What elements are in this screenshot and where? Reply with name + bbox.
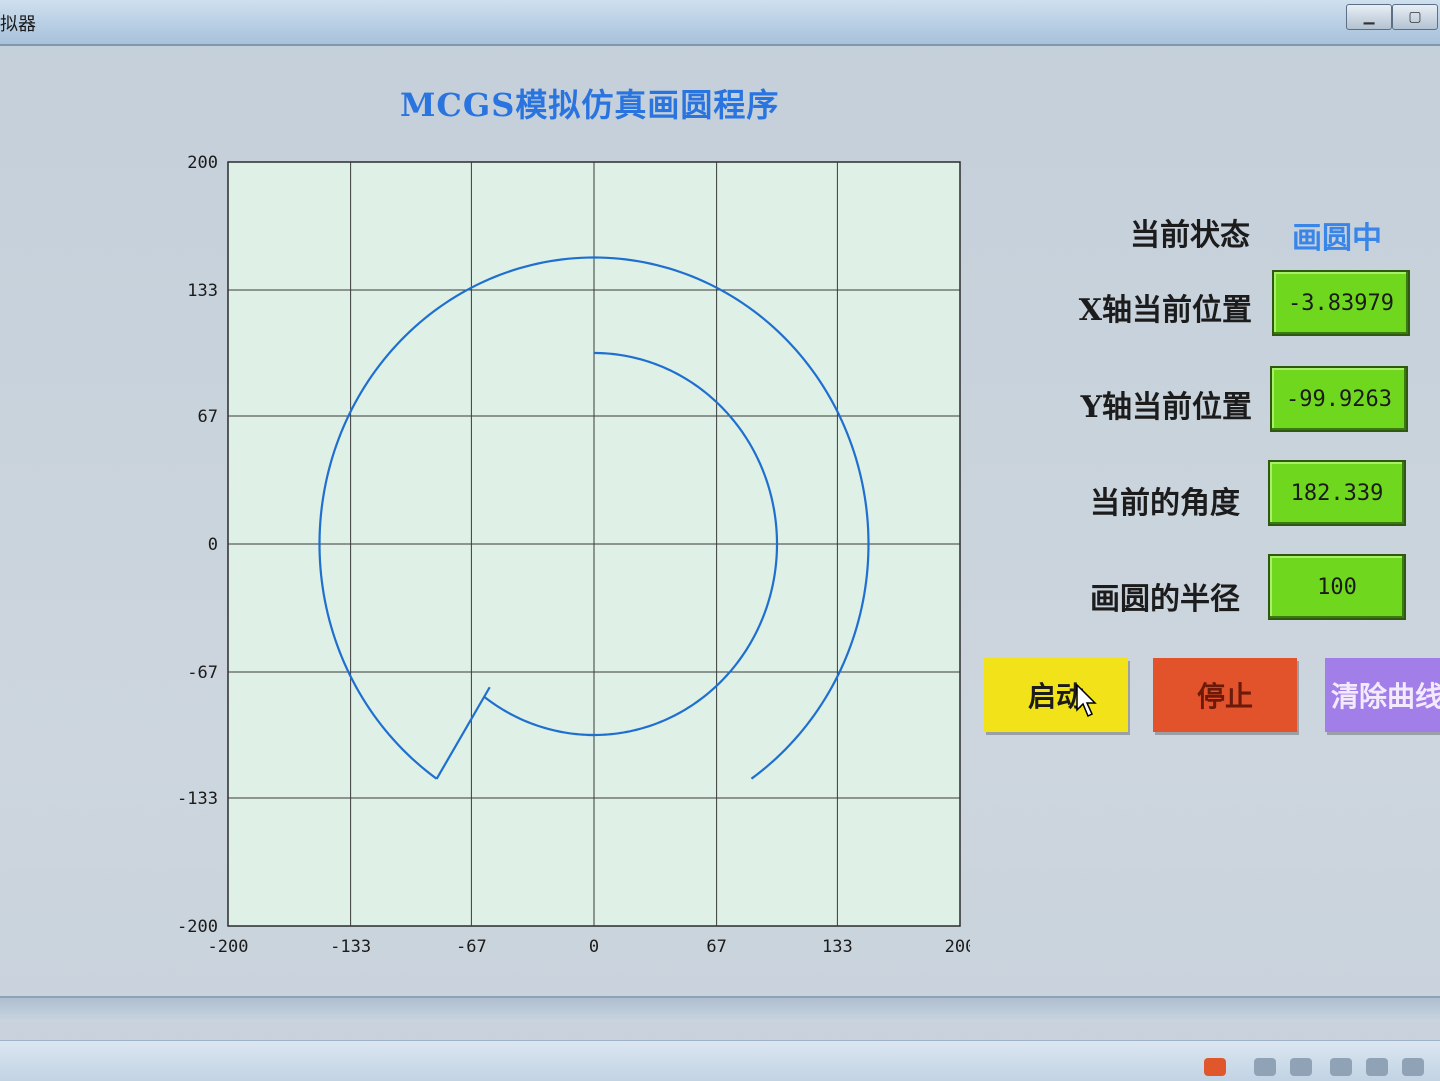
status-value: 画圆中	[1292, 221, 1382, 256]
window-titlebar: 拟器 ▁ ▢	[0, 0, 1440, 46]
window-title: 拟器	[0, 14, 36, 35]
x-tick-label: -133	[330, 937, 371, 957]
app-title: MCGS模拟仿真画圆程序	[400, 86, 780, 124]
y-tick-label: 67	[198, 407, 218, 427]
y-tick-label: 133	[187, 281, 218, 301]
x-tick-label: -200	[208, 937, 249, 957]
maximize-button[interactable]: ▢	[1392, 4, 1438, 30]
angle-label: 当前的角度	[1090, 486, 1240, 521]
x-tick-label: 133	[822, 937, 853, 957]
stop-button[interactable]: 停止	[1153, 658, 1297, 732]
x-position-label: X轴当前位置	[1078, 293, 1252, 328]
window-bottom-border	[0, 996, 1440, 1022]
clear-curve-button[interactable]: 清除曲线	[1325, 658, 1440, 732]
y-position-value: -99.9263	[1270, 366, 1408, 432]
x-tick-label: 67	[706, 937, 726, 957]
start-button[interactable]: 启动	[984, 658, 1128, 732]
clear-curve-label: 清除曲线	[1331, 680, 1440, 713]
tray-network-icon[interactable]	[1254, 1058, 1276, 1076]
tray-settings-icon[interactable]	[1330, 1058, 1352, 1076]
y-tick-label: -67	[187, 663, 218, 683]
trajectory-chart: -200 -133 -67 0 67 133 200 200 133 67 0 -67 -133 -200	[177, 153, 970, 957]
y-position-label: Y轴当前位置	[1080, 390, 1252, 425]
maximize-icon: ▢	[1408, 9, 1422, 25]
minimize-icon: ▁	[1363, 9, 1375, 25]
y-tick-label: 200	[187, 153, 218, 173]
angle-value: 182.339	[1268, 460, 1406, 526]
y-tick-label: 0	[208, 535, 218, 555]
tray-input-icon[interactable]	[1290, 1058, 1312, 1076]
y-tick-label: -200	[177, 917, 218, 937]
x-tick-label: 200	[945, 937, 970, 957]
tray-volume-icon[interactable]	[1366, 1058, 1388, 1076]
tray-bluetooth-icon[interactable]	[1402, 1058, 1424, 1076]
x-position-value: -3.83979	[1272, 270, 1410, 336]
radius-label: 画圆的半径	[1090, 582, 1240, 617]
mouse-cursor-icon	[1076, 684, 1097, 718]
y-tick-label: -133	[177, 789, 218, 809]
status-label: 当前状态	[1130, 218, 1250, 253]
tray-app-icon[interactable]	[1204, 1058, 1226, 1076]
x-tick-label: -67	[456, 937, 487, 957]
radius-value: 100	[1268, 554, 1406, 620]
minimize-button[interactable]: ▁	[1346, 4, 1392, 30]
x-tick-label: 0	[589, 937, 599, 957]
